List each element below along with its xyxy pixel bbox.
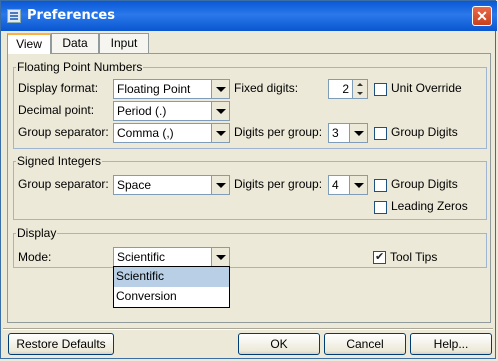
tab-view[interactable]: View — [7, 33, 51, 54]
leading-zeros-label: Leading Zeros — [391, 199, 468, 213]
mode-option-conversion[interactable]: Conversion — [114, 287, 229, 307]
digits-per-group-label: Digits per group: — [234, 125, 323, 139]
chevron-down-icon[interactable] — [349, 176, 367, 194]
window-title: Preferences — [27, 8, 115, 23]
group-digits-label: Group Digits — [391, 125, 458, 139]
display-format-label: Display format: — [18, 81, 99, 95]
unit-override-label: Unit Override — [391, 81, 462, 95]
chevron-down-icon[interactable] — [211, 176, 229, 194]
mode-label: Mode: — [18, 250, 52, 264]
fixed-digits-value: 2 — [342, 82, 349, 96]
signed-digits-per-group-value: 4 — [332, 178, 339, 192]
fixed-digits-label: Fixed digits: — [234, 81, 299, 95]
decimal-point-value: Period (.) — [117, 104, 167, 118]
digits-per-group-value: 3 — [332, 126, 339, 140]
fixed-digits-spinner[interactable]: 2 — [328, 79, 368, 99]
ok-button[interactable]: OK — [238, 333, 320, 355]
display-format-select[interactable]: Floating Point — [113, 79, 230, 99]
cancel-button[interactable]: Cancel — [324, 333, 406, 355]
preferences-window: Preferences ✕ View Data Input Floating P… — [0, 0, 497, 359]
chevron-down-icon[interactable] — [211, 124, 229, 142]
mode-option-scientific[interactable]: Scientific — [114, 267, 229, 287]
tab-input[interactable]: Input — [99, 33, 149, 53]
group-separator-value: Comma (,) — [117, 126, 174, 140]
decimal-point-select[interactable]: Period (.) — [113, 101, 230, 121]
app-icon — [7, 9, 21, 23]
display-legend: Display — [17, 226, 57, 240]
signed-group-digits-label: Group Digits — [391, 177, 458, 191]
leading-zeros-checkbox[interactable] — [374, 201, 387, 214]
group-digits-checkbox[interactable] — [374, 127, 387, 140]
digits-per-group-select[interactable]: 3 — [328, 123, 368, 143]
signed-group-separator-select[interactable]: Space — [113, 175, 230, 195]
spin-down-icon[interactable] — [352, 89, 367, 98]
group-separator-label: Group separator: — [18, 125, 109, 139]
chevron-down-icon[interactable] — [211, 102, 229, 120]
tool-tips-label: Tool Tips — [390, 250, 438, 264]
signed-digits-per-group-select[interactable]: 4 — [328, 175, 368, 195]
mode-dropdown-list: Scientific Conversion — [113, 266, 230, 308]
button-separator — [3, 328, 493, 330]
group-separator-select[interactable]: Comma (,) — [113, 123, 230, 143]
unit-override-checkbox[interactable] — [374, 83, 387, 96]
chevron-down-icon[interactable] — [211, 248, 229, 266]
floating-point-legend: Floating Point Numbers — [17, 60, 143, 74]
close-button[interactable]: ✕ — [472, 6, 492, 26]
spin-up-icon[interactable] — [352, 80, 367, 89]
signed-group-separator-value: Space — [117, 178, 152, 192]
display-format-value: Floating Point — [117, 82, 191, 96]
signed-group-digits-checkbox[interactable] — [374, 179, 387, 192]
signed-digits-per-group-label: Digits per group: — [234, 177, 323, 191]
signed-group-separator-label: Group separator: — [18, 177, 109, 191]
signed-integers-legend: Signed Integers — [17, 154, 102, 168]
mode-select[interactable]: Scientific — [113, 247, 230, 267]
help-button[interactable]: Help... — [410, 333, 492, 355]
tab-data[interactable]: Data — [51, 33, 99, 53]
tool-tips-checkbox[interactable] — [373, 250, 386, 264]
mode-value: Scientific — [117, 250, 166, 264]
chevron-down-icon[interactable] — [211, 80, 229, 98]
restore-defaults-button[interactable]: Restore Defaults — [8, 333, 114, 355]
decimal-point-label: Decimal point: — [18, 103, 95, 117]
chevron-down-icon[interactable] — [349, 124, 367, 142]
title-bar[interactable]: Preferences ✕ — [1, 1, 497, 31]
